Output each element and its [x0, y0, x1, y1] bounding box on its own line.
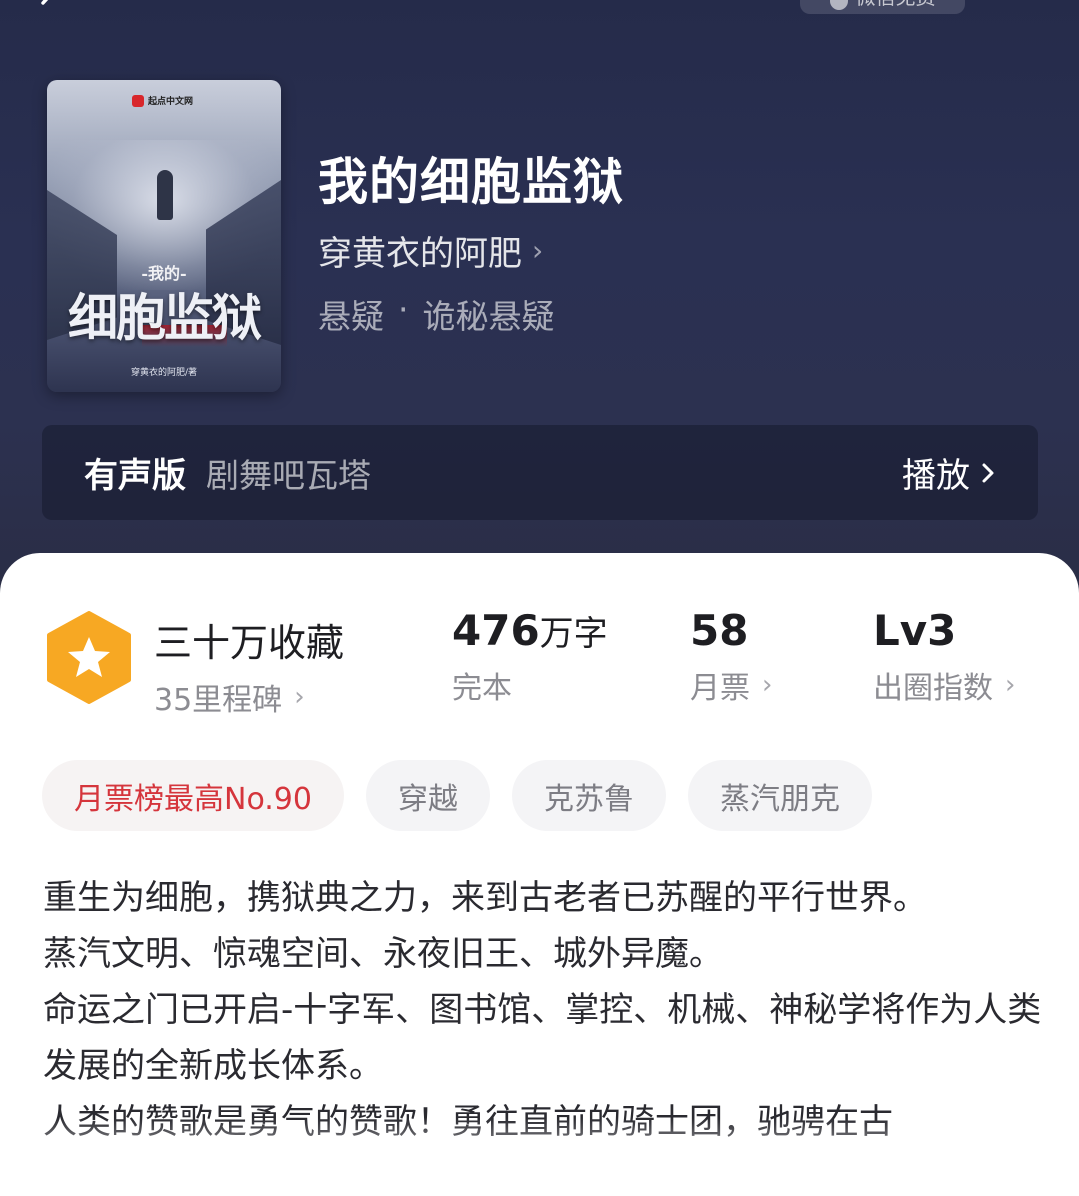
audiobook-bar[interactable]: 有声版 剧舞吧瓦塔 播放 — [42, 425, 1038, 520]
chevron-right-icon — [982, 463, 994, 482]
description-paragraph: 命运之门已开启-十字军、图书馆、掌控、机械、神秘学将作为人类发展的全新成长体系。 — [43, 990, 1042, 1086]
milestone-label: 35里程碑 — [154, 683, 283, 718]
wechat-icon — [829, 0, 848, 10]
chevron-right-icon: › — [532, 234, 544, 267]
favorites-count: 三十万收藏 — [154, 621, 345, 665]
stat-circle-index[interactable]: Lv3 出圈指数 › — [873, 606, 1015, 707]
cover-brand-text: 起点中文网 — [148, 97, 194, 107]
book-genre: 悬疑 · 诡秘悬疑 — [318, 290, 555, 338]
chevron-right-icon: › — [294, 682, 305, 712]
book-cover[interactable]: 起点中文网 -我的- 细胞监狱 穿黄衣的阿肥/著 — [47, 80, 281, 392]
audiobook-label: 有声版 — [84, 456, 186, 496]
word-count-value: 476 — [452, 606, 540, 655]
monthly-tickets-value: 58 — [690, 606, 749, 655]
tag-item[interactable]: 蒸汽朋克 — [687, 760, 872, 831]
chevron-right-icon: › — [1005, 670, 1016, 700]
tag-ranking[interactable]: 月票榜最高No.90 — [42, 760, 344, 831]
back-arrow-icon — [41, 0, 49, 5]
play-label: 播放 — [902, 456, 970, 496]
tag-list: 月票榜最高No.90 穿越 克苏鲁 蒸汽朋克 — [42, 760, 872, 831]
audiobook-narrator: 剧舞吧瓦塔 — [206, 455, 371, 495]
author-link[interactable]: 穿黄衣的阿肥 › — [318, 226, 543, 275]
star-badge-icon — [47, 611, 131, 704]
tag-item[interactable]: 穿越 — [365, 760, 490, 831]
audiobook-play-button[interactable]: 播放 — [902, 448, 996, 497]
free-read-pill[interactable]: 微信免费 — [800, 0, 965, 14]
circle-index-label: 出圈指数 — [873, 671, 993, 706]
stat-favorites[interactable]: 三十万收藏 35里程碑 › — [154, 612, 344, 719]
description-paragraph: 蒸汽文明、惊魂空间、永夜旧王、城外异魔。 — [43, 934, 723, 974]
chevron-right-icon: › — [762, 670, 773, 700]
book-header: 微信免费 起点中文网 -我的- 细胞监狱 穿黄衣的阿肥/著 我的细胞监狱 穿黄衣… — [0, 0, 1079, 600]
top-pill-label: 微信免费 — [856, 0, 936, 10]
cover-title-big: 细胞监狱 — [68, 288, 262, 347]
word-count-unit: 万字 — [539, 614, 608, 654]
stat-word-count: 476万字 完本 — [452, 606, 608, 707]
back-button[interactable] — [28, 0, 68, 20]
cover-figure — [157, 170, 173, 220]
description-paragraph: 重生为细胞，携狱典之力，来到古老者已苏醒的平行世界。 — [43, 878, 927, 918]
description-fade — [0, 1118, 1079, 1158]
tag-item[interactable]: 克苏鲁 — [511, 760, 666, 831]
qidian-logo-icon — [132, 94, 144, 107]
genre-subcategory: 诡秘悬疑 — [422, 297, 555, 336]
book-title: 我的细胞监狱 — [318, 152, 624, 211]
author-name: 穿黄衣的阿肥 — [318, 234, 522, 274]
genre-category: 悬疑 — [318, 297, 384, 336]
stat-monthly-tickets[interactable]: 58 月票 › — [690, 606, 772, 707]
genre-separator: · — [398, 290, 409, 329]
cover-brand-logo: 起点中文网 — [132, 94, 193, 107]
cover-byline: 穿黄衣的阿肥/著 — [130, 368, 198, 378]
circle-index-value: Lv3 — [873, 606, 957, 655]
completion-status: 完本 — [452, 671, 512, 706]
book-description[interactable]: 重生为细胞，携狱典之力，来到古老者已苏醒的平行世界。 蒸汽文明、惊魂空间、永夜旧… — [0, 870, 1079, 1158]
monthly-tickets-label: 月票 — [690, 671, 750, 706]
